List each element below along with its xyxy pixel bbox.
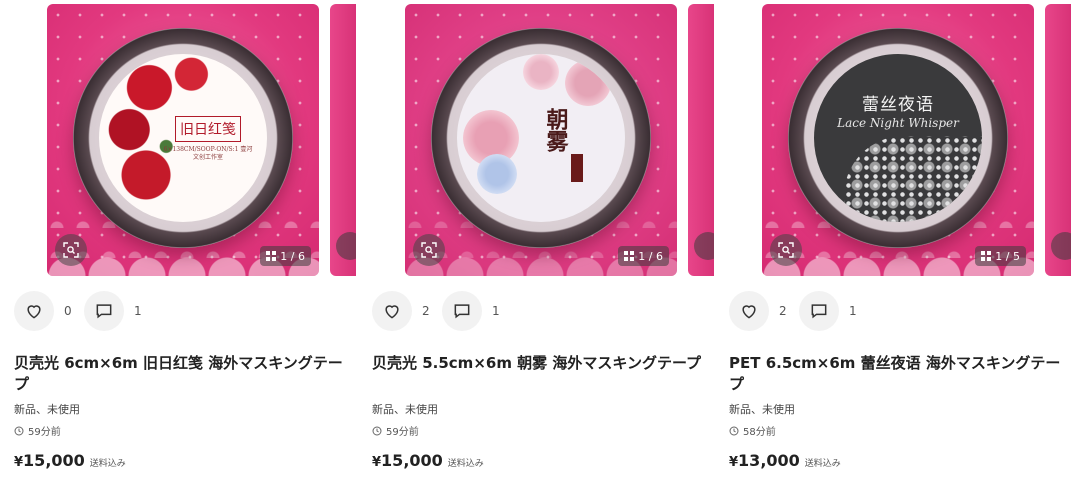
product-condition: 新品、未使用 (14, 403, 80, 416)
page-indicator-text: 1 / 6 (280, 249, 305, 263)
grid-icon (624, 251, 635, 261)
comment-count: 1 (134, 304, 142, 318)
product-image[interactable]: 蕾丝夜语 Lace Night Whisper 1 / 5 (762, 4, 1034, 276)
price-amount: 15,000 (381, 451, 443, 470)
currency-symbol: ¥ (372, 455, 382, 470)
like-button[interactable] (729, 291, 769, 331)
comment-count: 1 (492, 304, 500, 318)
image-search-icon[interactable] (55, 234, 87, 266)
clock-icon (14, 426, 24, 435)
listing-time-text: 59分前 (28, 427, 61, 438)
clock-icon (372, 426, 382, 435)
like-button[interactable] (14, 291, 54, 331)
washi-tape-roll: 蕾丝夜语 Lace Night Whisper (788, 28, 1008, 248)
next-image-preview[interactable] (1045, 4, 1071, 276)
product-image[interactable]: 朝雾 1 / 6 (405, 4, 677, 276)
like-count: 0 (64, 304, 72, 318)
comment-button[interactable] (84, 291, 124, 331)
product-grid: 旧日红笺 6×138CM/SOOP-ON/S:1 壹河文创工作室 1 / 6 0… (0, 0, 1080, 482)
tape-label: 朝雾 (542, 108, 569, 152)
like-count: 2 (779, 304, 787, 318)
image-page-indicator: 1 / 6 (618, 246, 669, 266)
card-actions: 0 1 (14, 291, 154, 331)
heart-icon (385, 305, 399, 319)
washi-tape-roll: 朝雾 (431, 28, 651, 248)
product-card[interactable]: 朝雾 1 / 6 2 1 贝壳光 5.5cm×6m 朝雾 海外マスキングテープ … (358, 0, 716, 482)
tape-sub-label: Lace Night Whisper (837, 116, 959, 130)
price-amount: 13,000 (738, 451, 800, 470)
listing-time: 59分前 (372, 423, 419, 438)
listing-time: 58分前 (729, 423, 776, 438)
next-image-preview[interactable] (688, 4, 714, 276)
card-actions: 2 1 (372, 291, 512, 331)
image-search-icon[interactable] (770, 234, 802, 266)
like-button[interactable] (372, 291, 412, 331)
product-price: ¥ 15,000 送料込み (14, 451, 126, 470)
product-card[interactable]: 旧日红笺 6×138CM/SOOP-ON/S:1 壹河文创工作室 1 / 6 0… (0, 0, 358, 482)
currency-symbol: ¥ (14, 455, 24, 470)
image-search-icon[interactable] (413, 234, 445, 266)
clock-icon (729, 426, 739, 435)
shipping-note: 送料込み (89, 459, 126, 469)
listing-time-text: 59分前 (386, 427, 419, 438)
washi-tape-roll: 旧日红笺 6×138CM/SOOP-ON/S:1 壹河文创工作室 (73, 28, 293, 248)
comment-icon (811, 304, 827, 319)
tape-sub-label: 6×138CM/SOOP-ON/S:1 壹河文创工作室 (163, 146, 253, 161)
comment-button[interactable] (799, 291, 839, 331)
product-condition: 新品、未使用 (729, 403, 795, 416)
product-price: ¥ 15,000 送料込み (372, 451, 484, 470)
card-actions: 2 1 (729, 291, 869, 331)
page-indicator-text: 1 / 5 (995, 249, 1020, 263)
listing-time-text: 58分前 (743, 427, 776, 438)
next-image-preview[interactable] (330, 4, 356, 276)
like-count: 2 (422, 304, 430, 318)
tape-stamp (571, 154, 583, 182)
shipping-note: 送料込み (804, 459, 841, 469)
comment-button[interactable] (442, 291, 482, 331)
page-indicator-text: 1 / 6 (638, 249, 663, 263)
comment-count: 1 (849, 304, 857, 318)
grid-icon (981, 251, 992, 261)
grid-icon (266, 251, 277, 261)
tape-label: 蕾丝夜语 (862, 95, 934, 115)
product-title[interactable]: 贝壳光 5.5cm×6m 朝雾 海外マスキングテープ (372, 353, 708, 374)
product-title[interactable]: PET 6.5cm×6m 蕾丝夜语 海外マスキングテープ (729, 353, 1065, 395)
product-title[interactable]: 贝壳光 6cm×6m 旧日红笺 海外マスキングテープ (14, 353, 350, 395)
tape-label: 旧日红笺 (175, 116, 241, 142)
currency-symbol: ¥ (729, 455, 739, 470)
image-page-indicator: 1 / 5 (975, 246, 1026, 266)
product-image[interactable]: 旧日红笺 6×138CM/SOOP-ON/S:1 壹河文创工作室 1 / 6 (47, 4, 319, 276)
heart-icon (742, 305, 756, 319)
price-amount: 15,000 (23, 451, 85, 470)
image-page-indicator: 1 / 6 (260, 246, 311, 266)
heart-icon (27, 305, 41, 319)
comment-icon (454, 304, 470, 319)
product-condition: 新品、未使用 (372, 403, 438, 416)
product-card[interactable]: 蕾丝夜语 Lace Night Whisper 1 / 5 2 1 PET 6.… (715, 0, 1073, 482)
listing-time: 59分前 (14, 423, 61, 438)
shipping-note: 送料込み (447, 459, 484, 469)
comment-icon (96, 304, 112, 319)
product-price: ¥ 13,000 送料込み (729, 451, 841, 470)
